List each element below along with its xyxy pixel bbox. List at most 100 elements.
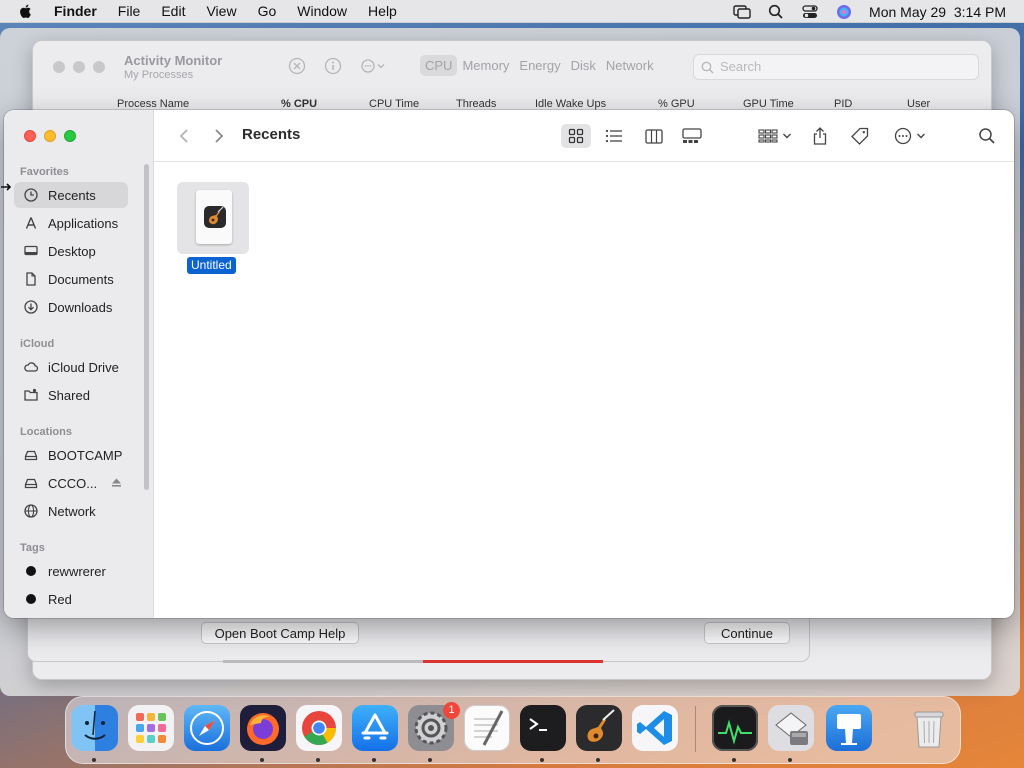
am-minimize-button[interactable] xyxy=(73,61,85,73)
gallery-view-button[interactable] xyxy=(677,124,707,148)
sidebar-section-tags: Tags xyxy=(20,542,45,554)
process-actions-icon[interactable] xyxy=(360,57,386,75)
menu-file[interactable]: File xyxy=(118,3,141,19)
dock-boot-camp-assistant[interactable] xyxy=(768,705,814,751)
downloads-icon xyxy=(24,300,38,314)
sidebar-item-applications[interactable]: Applications xyxy=(14,210,128,236)
back-button[interactable] xyxy=(174,124,194,148)
inspect-process-icon[interactable] xyxy=(324,57,342,75)
dock-vscode[interactable] xyxy=(632,705,678,751)
menu-bar: Finder File Edit View Go Window Help Mon… xyxy=(0,0,1024,23)
col-user[interactable]: User xyxy=(907,98,930,110)
open-boot-camp-help-button[interactable]: Open Boot Camp Help xyxy=(201,622,359,644)
sidebar-item-recents[interactable]: Recents xyxy=(14,182,128,208)
am-zoom-button[interactable] xyxy=(93,61,105,73)
sidebar-item-icloud-drive[interactable]: iCloud Drive xyxy=(14,354,128,380)
boot-camp-disk-icon xyxy=(775,712,808,745)
chrome-icon xyxy=(302,711,336,745)
sidebar-tag-red[interactable]: Red xyxy=(14,586,128,612)
clock-icon xyxy=(24,188,38,202)
apple-menu-icon[interactable] xyxy=(18,3,34,19)
search-button[interactable] xyxy=(976,124,998,148)
share-button[interactable] xyxy=(810,124,830,148)
column-view-button[interactable] xyxy=(639,124,669,148)
tab-cpu[interactable]: CPU xyxy=(420,55,458,76)
running-indicator xyxy=(92,758,96,762)
sidebar-item-ccco[interactable]: CCCO... xyxy=(14,470,128,496)
screen-mirroring-icon[interactable] xyxy=(733,4,751,20)
menu-help[interactable]: Help xyxy=(368,3,397,19)
close-button[interactable] xyxy=(24,130,36,142)
col-idle-wake-ups[interactable]: Idle Wake Ups xyxy=(535,98,606,110)
dock-launchpad[interactable] xyxy=(128,705,174,751)
forward-button[interactable] xyxy=(209,124,229,148)
mouse-cursor-icon xyxy=(1,183,12,191)
dock-firefox[interactable] xyxy=(240,705,286,751)
col-pid[interactable]: PID xyxy=(834,98,852,110)
dock-keynote[interactable] xyxy=(826,705,872,751)
eject-icon[interactable] xyxy=(111,477,122,488)
am-close-button[interactable] xyxy=(53,61,65,73)
tab-memory[interactable]: Memory xyxy=(457,55,514,76)
sidebar-item-network[interactable]: Network xyxy=(14,498,128,524)
col-process-name[interactable]: Process Name xyxy=(117,98,189,110)
keynote-podium-icon xyxy=(837,714,861,745)
tab-energy[interactable]: Energy xyxy=(514,55,565,76)
sidebar-item-bootcamp[interactable]: BOOTCAMP xyxy=(14,442,128,468)
tab-disk[interactable]: Disk xyxy=(566,55,601,76)
menu-app-finder[interactable]: Finder xyxy=(54,3,97,19)
dock-finder[interactable] xyxy=(72,705,118,751)
sidebar-tag-rewwrerer[interactable]: rewwrerer xyxy=(14,558,128,584)
sidebar-item-label: Desktop xyxy=(48,243,96,259)
file-thumbnail xyxy=(177,182,249,254)
menu-clock[interactable]: Mon May 29 3:14 PM xyxy=(869,4,1006,20)
dock-textedit[interactable] xyxy=(464,705,510,751)
running-indicator xyxy=(540,758,544,762)
continue-button[interactable]: Continue xyxy=(704,622,790,644)
dock-activity-monitor[interactable] xyxy=(712,705,758,751)
group-by-button[interactable] xyxy=(754,124,796,148)
finder-toolbar: Recents xyxy=(154,110,1014,162)
minimize-button[interactable] xyxy=(44,130,56,142)
desktop-icon xyxy=(24,245,38,256)
dock-safari[interactable] xyxy=(184,705,230,751)
menu-edit[interactable]: Edit xyxy=(161,3,185,19)
spotlight-search-icon[interactable] xyxy=(767,4,785,20)
dock-trash[interactable] xyxy=(906,705,952,751)
col-threads[interactable]: Threads xyxy=(456,98,496,110)
file-name-label[interactable]: Untitled xyxy=(187,257,236,274)
sidebar-item-shared[interactable]: Shared xyxy=(14,382,128,408)
window-controls xyxy=(24,130,76,142)
zoom-button[interactable] xyxy=(64,130,76,142)
menu-view[interactable]: View xyxy=(206,3,236,19)
ellipsis-circle-icon xyxy=(894,127,912,145)
dock-garageband[interactable] xyxy=(576,705,622,751)
siri-icon[interactable] xyxy=(835,4,853,20)
dock-terminal[interactable] xyxy=(520,705,566,751)
running-indicator xyxy=(428,758,432,762)
menu-go[interactable]: Go xyxy=(258,3,277,19)
more-actions-button[interactable] xyxy=(891,124,929,148)
garageband-document-icon xyxy=(196,190,232,244)
col-gpu-percent[interactable]: % GPU xyxy=(658,98,695,110)
dock-chrome[interactable] xyxy=(296,705,342,751)
sidebar-scrollbar[interactable] xyxy=(144,164,149,490)
col-gpu-time[interactable]: GPU Time xyxy=(743,98,794,110)
col-cpu-time[interactable]: CPU Time xyxy=(369,98,419,110)
activity-monitor-search-field[interactable]: Search xyxy=(693,54,979,80)
sidebar-section-icloud: iCloud xyxy=(20,338,55,350)
stop-process-icon[interactable] xyxy=(288,57,306,75)
sidebar-item-downloads[interactable]: Downloads xyxy=(14,294,128,320)
dock-app-store[interactable] xyxy=(352,705,398,751)
sidebar-item-desktop[interactable]: Desktop xyxy=(14,238,128,264)
icon-view-button[interactable] xyxy=(561,124,591,148)
tag-dot-icon xyxy=(26,594,36,604)
sidebar-item-documents[interactable]: Documents xyxy=(14,266,128,292)
list-view-button[interactable] xyxy=(599,124,629,148)
tab-network[interactable]: Network xyxy=(601,55,659,76)
activity-monitor-tabs: CPU Memory Energy Disk Network xyxy=(420,55,659,76)
col-cpu-percent[interactable]: % CPU xyxy=(281,98,317,110)
menu-window[interactable]: Window xyxy=(297,3,347,19)
control-center-icon[interactable] xyxy=(801,4,819,20)
tags-button[interactable] xyxy=(849,124,871,148)
